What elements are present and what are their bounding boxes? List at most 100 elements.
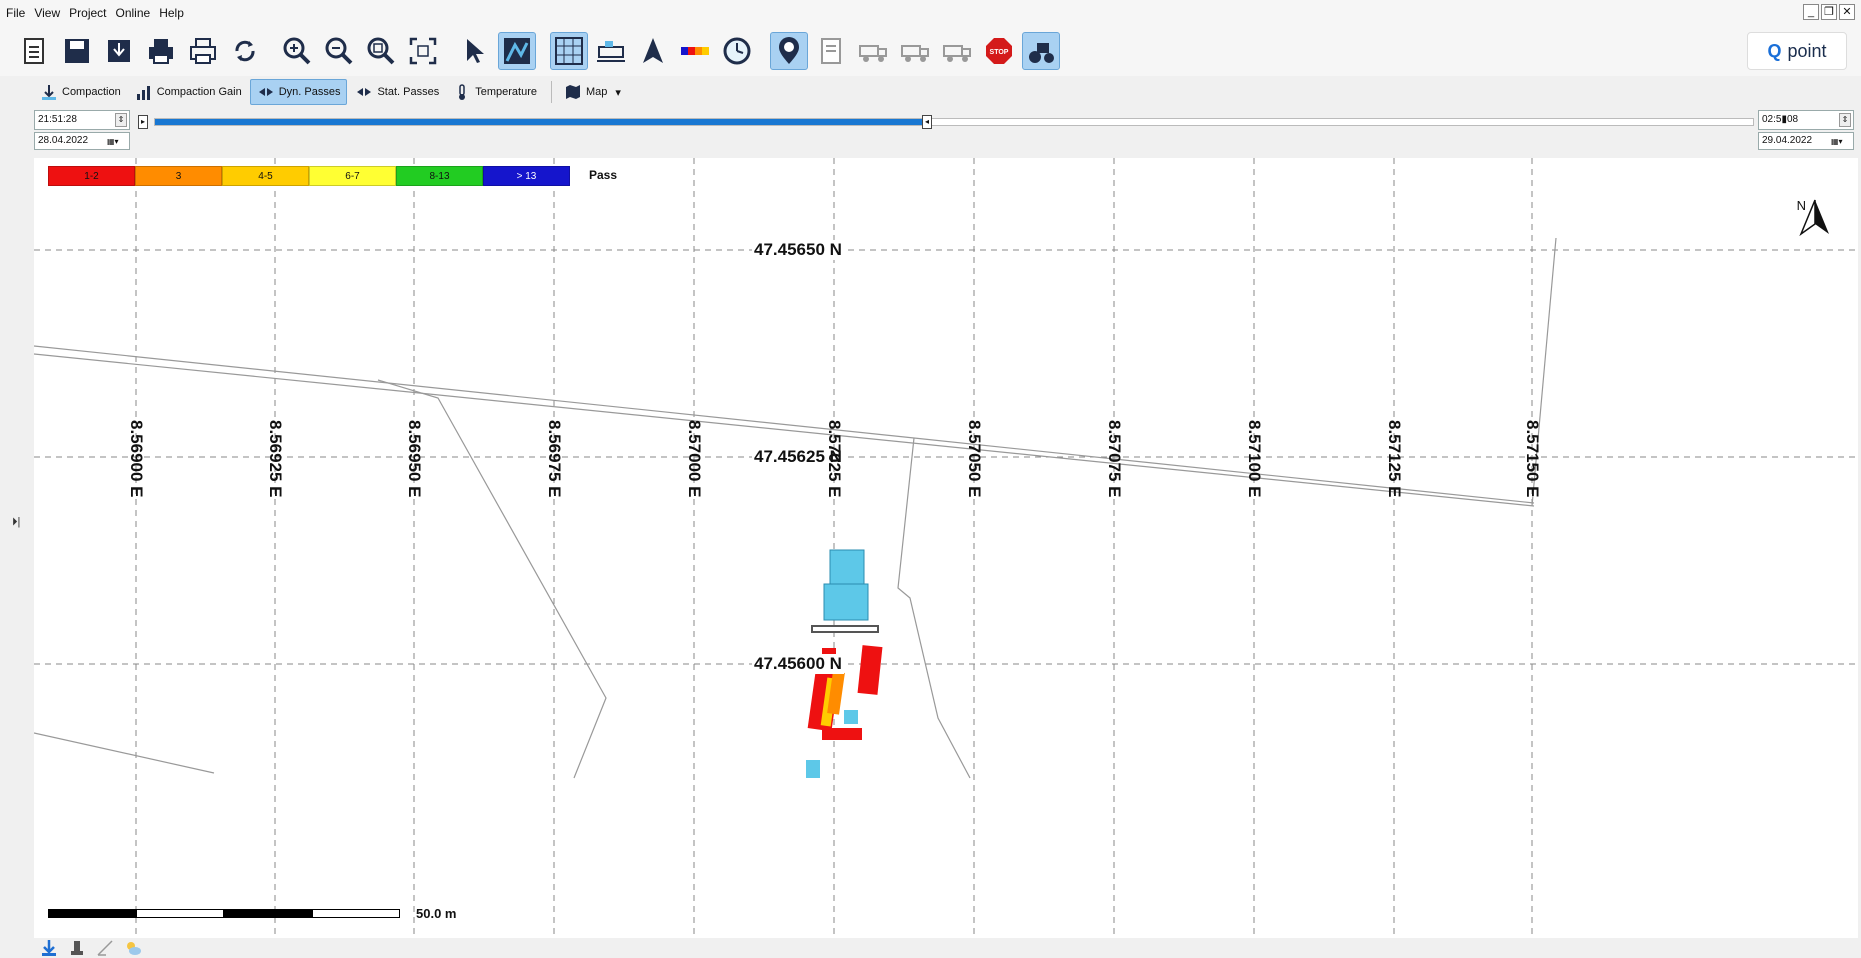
- thermometer-icon: [459, 84, 466, 100]
- lon-label: 8.56925 E: [266, 420, 285, 498]
- calendar-icon[interactable]: ▦▾: [1831, 134, 1851, 148]
- zoom-in-button[interactable]: [278, 32, 316, 70]
- lon-label: 8.57100 E: [1245, 420, 1264, 498]
- weather-icon[interactable]: [124, 939, 142, 957]
- lon-label: 8.56900 E: [127, 420, 146, 498]
- lon-label: 8.57000 E: [685, 420, 704, 498]
- map-icon: [565, 85, 580, 99]
- zoom-extent-button[interactable]: [404, 32, 442, 70]
- lon-label: 8.56975 E: [545, 420, 564, 498]
- tab-compaction[interactable]: Compaction: [34, 79, 127, 105]
- menu-project[interactable]: Project: [69, 6, 106, 20]
- compaction-icon[interactable]: [40, 939, 58, 957]
- dyn-passes-icon: [258, 88, 273, 96]
- truck-1-button[interactable]: [854, 32, 892, 70]
- north-icon: [643, 38, 663, 63]
- zoom-area-button[interactable]: [362, 32, 400, 70]
- color-scale-button[interactable]: [676, 32, 714, 70]
- compaction-icon: [42, 85, 56, 100]
- map-dropdown[interactable]: Map ▾: [558, 79, 627, 105]
- tab-stat-passes[interactable]: Stat. Passes: [349, 79, 445, 105]
- print-button[interactable]: [142, 32, 180, 70]
- app-window: File View Project Online Help _ ❐ ✕ STOP…: [0, 0, 1861, 958]
- roller-button[interactable]: [1022, 32, 1060, 70]
- time-range-bar: 21:51:28 ⇕ 28.04.2022 ▦▾ ▸ ◂ 02:5▮08 ⇕ 2…: [34, 110, 1854, 156]
- minimize-button[interactable]: _: [1803, 4, 1819, 20]
- stat-passes-icon: [357, 88, 372, 96]
- grid-button[interactable]: [550, 32, 588, 70]
- spin-arrows-icon[interactable]: ⇕: [115, 113, 127, 127]
- menu-file[interactable]: File: [6, 6, 25, 20]
- menu-online[interactable]: Online: [116, 6, 151, 20]
- clock-button[interactable]: [718, 32, 756, 70]
- select-pointer-button[interactable]: [456, 32, 494, 70]
- time-slider[interactable]: [154, 118, 1754, 126]
- new-project-button[interactable]: [16, 32, 54, 70]
- expand-panel-icon[interactable]: ⏵|: [12, 516, 20, 529]
- machine-icon[interactable]: [68, 939, 86, 957]
- time-slider-fill: [155, 119, 923, 125]
- save-icon: [65, 39, 89, 63]
- truck-3-icon: [943, 45, 971, 62]
- slider-end-handle[interactable]: ◂: [922, 115, 932, 129]
- lon-label: 8.56950 E: [405, 420, 424, 498]
- menu-bar: File View Project Online Help _ ❐ ✕: [0, 0, 1861, 26]
- view-tabs: Compaction Compaction Gain Dyn. Passes S…: [34, 78, 629, 106]
- machine-panel-button[interactable]: [592, 32, 630, 70]
- end-time-field[interactable]: 02:5▮08 ⇕: [1758, 110, 1854, 130]
- export-button[interactable]: [100, 32, 138, 70]
- zoom-area-icon: [367, 37, 395, 65]
- tab-separator: [550, 81, 552, 103]
- new-project-icon: [24, 38, 44, 64]
- clock-icon: [723, 37, 751, 65]
- bottom-toolbar: [0, 938, 1861, 958]
- restore-button[interactable]: ❐: [1821, 4, 1837, 20]
- start-time-field[interactable]: 21:51:28 ⇕: [34, 110, 130, 130]
- qpoint-logo: Q point: [1747, 32, 1847, 70]
- map-view-icon: [504, 38, 530, 64]
- chevron-down-icon: ▾: [615, 86, 621, 99]
- tab-dyn-passes[interactable]: Dyn. Passes: [249, 79, 348, 105]
- tab-temperature[interactable]: Temperature: [447, 79, 543, 105]
- pass-legend: 1-2 3 4-5 6-7 8-13 > 13: [48, 166, 570, 186]
- scale-label: 50.0 m: [416, 906, 457, 921]
- report-icon: [821, 38, 841, 64]
- left-rail: ⏵|: [0, 158, 34, 938]
- start-date-field[interactable]: 28.04.2022 ▦▾: [34, 132, 130, 150]
- legend-entry-1-2: 1-2: [48, 166, 135, 186]
- end-date-field[interactable]: 29.04.2022 ▦▾: [1758, 132, 1854, 150]
- stop-button[interactable]: STOP: [980, 32, 1018, 70]
- calendar-icon[interactable]: ▦▾: [107, 134, 127, 148]
- legend-title: Pass: [589, 168, 618, 182]
- truck-2-button[interactable]: [896, 32, 934, 70]
- zoom-out-button[interactable]: [320, 32, 358, 70]
- map-canvas[interactable]: 1-2 3 4-5 6-7 8-13 > 13 Pass 47.45650 N …: [34, 158, 1858, 938]
- measure-icon[interactable]: [96, 939, 114, 957]
- refresh-button[interactable]: [226, 32, 264, 70]
- slider-start-handle[interactable]: ▸: [138, 115, 148, 129]
- menu-help[interactable]: Help: [159, 6, 184, 20]
- spin-arrows-icon[interactable]: ⇕: [1839, 113, 1851, 127]
- export-icon: [108, 40, 130, 62]
- compaction-gain-icon: [136, 86, 150, 100]
- tab-compaction-gain[interactable]: Compaction Gain: [129, 79, 248, 105]
- print-preview-button[interactable]: [184, 32, 222, 70]
- lon-label: 8.57050 E: [965, 420, 984, 498]
- road-lines: [34, 237, 1557, 779]
- save-button[interactable]: [58, 32, 96, 70]
- truck-3-button[interactable]: [938, 32, 976, 70]
- main-toolbar: STOP Q point: [0, 26, 1861, 76]
- menu-view[interactable]: View: [34, 6, 60, 20]
- report-button[interactable]: [812, 32, 850, 70]
- legend-entry-gt-13: > 13: [483, 166, 570, 186]
- roller-icon: [1029, 43, 1054, 63]
- north-arrow: N: [1797, 198, 1829, 237]
- poi-button[interactable]: [770, 32, 808, 70]
- legend-entry-4-5: 4-5: [222, 166, 309, 186]
- map-graphics: [34, 158, 1858, 938]
- legend-entry-6-7: 6-7: [309, 166, 396, 186]
- close-button[interactable]: ✕: [1839, 4, 1855, 20]
- map-view-button[interactable]: [498, 32, 536, 70]
- zoom-in-icon: [283, 37, 311, 65]
- north-button[interactable]: [634, 32, 672, 70]
